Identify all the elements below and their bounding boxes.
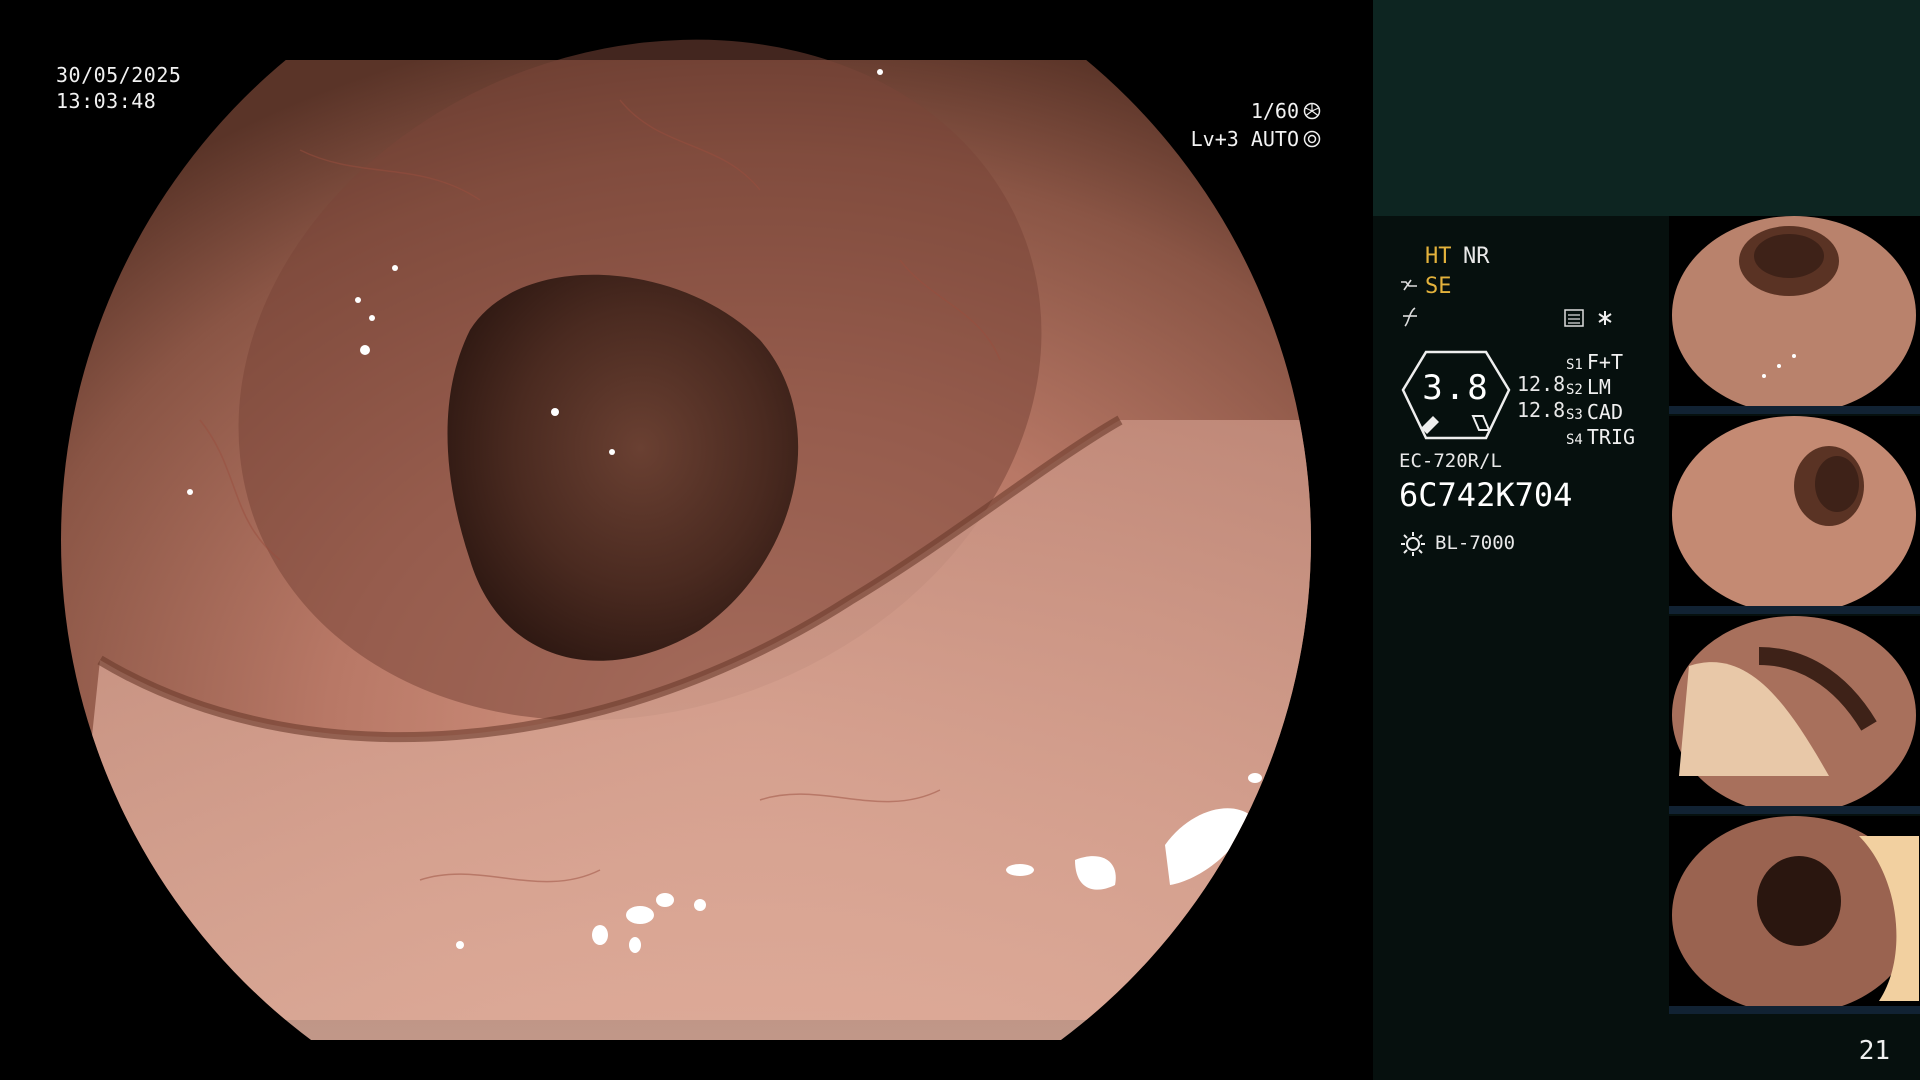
panel-header-area <box>1373 0 1920 216</box>
info-panel: HT NR SE 3.8 12.8 12.8 S1 F+T S2 LM S3 CAD … <box>1373 0 1920 1080</box>
mode-s3: S3 CAD <box>1566 400 1623 424</box>
structure-enhance-icon <box>1401 279 1417 291</box>
capture-thumbnail[interactable] <box>1669 816 1920 1014</box>
record-settings-icon <box>1564 309 1584 327</box>
brightness-indicator: Lv+3 AUTO <box>1191 127 1321 151</box>
asterisk-icon <box>1598 311 1612 325</box>
time-display: 13:03:48 <box>56 89 157 113</box>
capture-thumbnail[interactable] <box>1669 216 1920 414</box>
mode-s2: S2 LM <box>1566 375 1611 399</box>
light-source: BL-7000 <box>1435 532 1516 554</box>
capture-thumbnail[interactable] <box>1669 416 1920 614</box>
ht-label: HT <box>1425 244 1452 269</box>
capture-thumbnail[interactable] <box>1669 616 1920 814</box>
nr-label: NR <box>1463 244 1490 269</box>
zoom-value: 3.8 <box>1422 368 1490 408</box>
color-enhance-icon <box>1403 307 1417 327</box>
mode-s1: S1 F+T <box>1566 350 1623 374</box>
date-display: 30/05/2025 <box>56 63 182 87</box>
switch-modes: S1 F+T S2 LM S3 CAD S4 TRIG <box>1566 350 1635 450</box>
lightbulb-icon <box>1401 532 1425 556</box>
shutter-indicator: 1/60 <box>1251 99 1321 123</box>
iris-icon <box>1303 130 1321 148</box>
endoscope-view: 30/05/2025 13:03:48 1/60 Lv+3 AUTO <box>0 0 1373 1080</box>
mode-s4: S4 TRIG <box>1566 425 1636 449</box>
brightness-level: Lv+3 AUTO <box>1190 127 1299 151</box>
shutter-speed: 1/60 <box>1250 99 1299 123</box>
se-label: SE <box>1425 274 1452 299</box>
scope-serial: 6C742K704 <box>1399 476 1573 514</box>
scale-value-1: 12.8 <box>1517 372 1566 396</box>
endoscopic-image <box>61 39 1311 1040</box>
scope-model: EC-720R/L <box>1399 450 1502 472</box>
page-number: 21 <box>1858 1036 1890 1066</box>
capture-thumbnails <box>1669 216 1920 1016</box>
scale-value-2: 12.8 <box>1517 398 1566 422</box>
aperture-icon <box>1303 102 1321 120</box>
